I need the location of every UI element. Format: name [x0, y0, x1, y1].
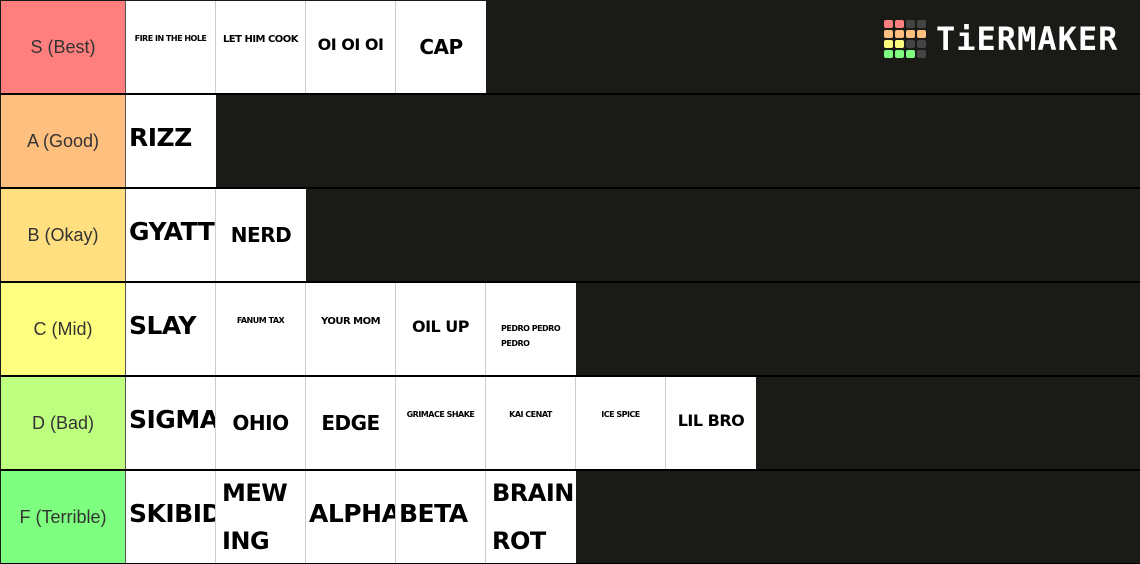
tier-item-text: CAP [419, 35, 463, 59]
tier-items: SLAY FANUM TAX YOUR MOM OIL UP PEDRO PEDRO P… [126, 283, 576, 375]
tier-item[interactable]: RIZZ [126, 95, 216, 187]
tier-item-text: FIRE IN THE HOLE [134, 34, 207, 43]
tier-item[interactable]: GRIMACE SHAKE [396, 377, 486, 469]
logo-grid-cell [906, 30, 915, 38]
logo-grid-cell [895, 50, 904, 58]
tier-label[interactable]: F (Terrible) [0, 471, 126, 563]
tier-item-text: KAI CENAT [509, 410, 552, 419]
tier-item[interactable]: OHIO [216, 377, 306, 469]
tier-item-text: LIL BRO [677, 411, 745, 430]
tier-item-text: SKIBIDI [129, 499, 215, 528]
tier-row: C (Mid) SLAY FANUM TAX YOUR MOM OIL UP PEDRO … [0, 282, 1140, 376]
tier-item-text: FANUM TAX [236, 316, 285, 325]
tier-item-text: NERD [230, 223, 292, 247]
tier-item-text: ICE SPICE [601, 410, 640, 419]
logo-grid-cell [917, 50, 926, 58]
tier-items: GYATT NERD [126, 189, 306, 281]
logo-grid-cell [906, 20, 915, 28]
tier-row: A (Good) RIZZ [0, 94, 1140, 188]
tier-list: S (Best) FIRE IN THE HOLE LET HIM COOK OI O… [0, 0, 1140, 564]
logo-grid-cell [884, 40, 893, 48]
tiermaker-logo[interactable]: TiERMAKER [884, 20, 1118, 58]
tier-item[interactable]: EDGE [306, 377, 396, 469]
tier-item-text: OIL UP [411, 317, 470, 336]
tier-item[interactable]: SKIBIDI [126, 471, 216, 563]
tier-item[interactable]: LET HIM COOK [216, 1, 306, 93]
tier-item-text: OHIO [232, 411, 289, 435]
tier-item[interactable]: NERD [216, 189, 306, 281]
tier-item-text: SIGMA [129, 405, 216, 434]
logo-grid-cell [895, 30, 904, 38]
tier-label[interactable]: S (Best) [0, 1, 126, 93]
logo-grid-cell [917, 20, 926, 28]
tier-item[interactable]: KAI CENAT [486, 377, 576, 469]
tier-item[interactable]: ICE SPICE [576, 377, 666, 469]
tier-item[interactable]: BETA [396, 471, 486, 563]
tier-item[interactable]: YOUR MOM [306, 283, 396, 375]
tier-item[interactable]: FANUM TAX [216, 283, 306, 375]
tier-item-text: YOUR MOM [320, 316, 381, 327]
logo-grid-cell [917, 30, 926, 38]
logo-grid-cell [917, 40, 926, 48]
tier-items: RIZZ [126, 95, 216, 187]
tier-item-text: RIZZ [129, 123, 192, 152]
tier-label[interactable]: A (Good) [0, 95, 126, 187]
tier-item[interactable]: BRAIN ROT [486, 471, 576, 563]
tier-item[interactable]: ALPHA [306, 471, 396, 563]
logo-grid-cell [884, 30, 893, 38]
tier-item[interactable]: LIL BRO [666, 377, 756, 469]
logo-grid-cell [906, 50, 915, 58]
logo-grid-cell [884, 20, 893, 28]
tier-item[interactable]: SIGMA [126, 377, 216, 469]
logo-wordmark: TiERMAKER [936, 20, 1119, 58]
tier-item-text: ALPHA [309, 499, 396, 528]
tier-label[interactable]: C (Mid) [0, 283, 126, 375]
tier-items: SIGMA OHIO EDGE GRIMACE SHAKE KAI CENAT ICE S… [126, 377, 756, 469]
tier-row: B (Okay) GYATT NERD [0, 188, 1140, 282]
tier-item-text: SLAY [129, 311, 197, 340]
logo-grid-cell [895, 20, 904, 28]
tier-item[interactable]: SLAY [126, 283, 216, 375]
tier-items: SKIBIDIMEW ING ALPHABETA BRAIN ROT [126, 471, 576, 563]
tier-item[interactable]: PEDRO PEDRO PEDRO [486, 283, 576, 375]
logo-grid-cell [884, 50, 893, 58]
tier-item-text: OI OI OI [317, 35, 384, 54]
tier-item-text: ING [222, 527, 270, 555]
tier-item[interactable]: FIRE IN THE HOLE [126, 1, 216, 93]
tier-item[interactable]: MEW ING [216, 471, 306, 563]
tier-item-text: MEW [222, 479, 288, 507]
tier-item-text: BRAIN [492, 479, 574, 507]
tier-item[interactable]: CAP [396, 1, 486, 93]
tier-label[interactable]: B (Okay) [0, 189, 126, 281]
tier-item-text: ROT [492, 527, 546, 555]
tier-item-text: LET HIM COOK [222, 34, 299, 45]
tier-item[interactable]: GYATT [126, 189, 216, 281]
logo-grid-icon [884, 20, 926, 58]
tier-items: FIRE IN THE HOLE LET HIM COOK OI OI OI CAP [126, 1, 486, 93]
tier-item-text: EDGE [321, 411, 380, 435]
logo-grid-cell [895, 40, 904, 48]
tier-row: D (Bad) SIGMA OHIO EDGE GRIMACE SHAKE KAI CEN… [0, 376, 1140, 470]
tier-item-text: BETA [399, 499, 468, 528]
tier-item-text: PEDRO PEDRO PEDRO [501, 324, 561, 348]
tier-item[interactable]: OIL UP [396, 283, 486, 375]
tier-item-text: GRIMACE SHAKE [406, 410, 475, 419]
logo-grid-cell [906, 40, 915, 48]
tier-row: F (Terrible)SKIBIDIMEW ING ALPHABETA BRAIN R… [0, 470, 1140, 564]
tier-item-text: GYATT [129, 217, 215, 246]
tier-label[interactable]: D (Bad) [0, 377, 126, 469]
tier-item[interactable]: OI OI OI [306, 1, 396, 93]
